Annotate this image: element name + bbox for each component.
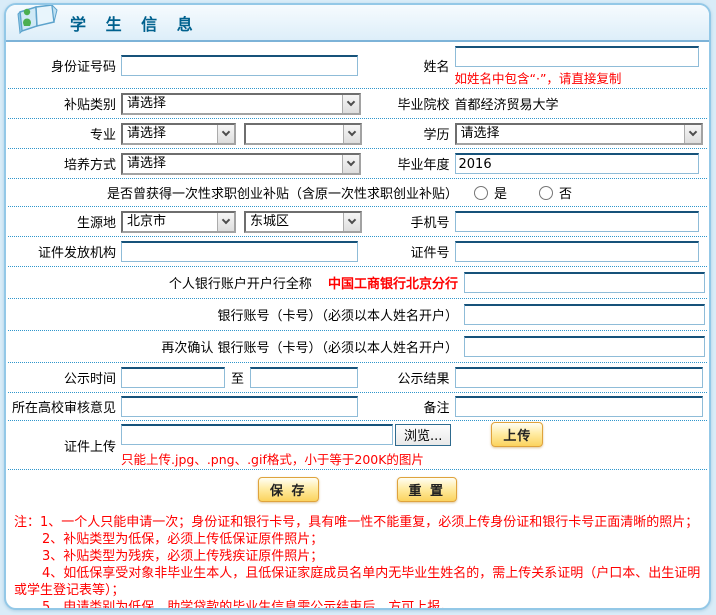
major-select-2[interactable]	[244, 123, 362, 145]
save-button[interactable]: 保 存	[258, 477, 319, 502]
degree-label: 学历	[358, 124, 455, 143]
publicity-end-input[interactable]	[250, 367, 358, 388]
subsidy-no-label: 否	[559, 183, 572, 202]
upload-button[interactable]: 上传	[491, 422, 543, 447]
publicity-to-label: 至	[231, 368, 244, 387]
cert-upload-label: 证件上传	[10, 436, 121, 455]
open-book-icon	[14, 3, 58, 40]
major-value-2	[246, 125, 343, 143]
subsidy-no-radio[interactable]	[539, 186, 553, 200]
school-review-label: 所在高校审核意见	[10, 397, 121, 416]
bank-account-input[interactable]	[464, 304, 705, 325]
browse-button[interactable]: 浏览...	[395, 424, 451, 446]
remark-label: 备注	[358, 397, 455, 416]
mobile-label: 手机号	[358, 212, 455, 231]
reset-button[interactable]: 重 置	[397, 477, 458, 502]
training-mode-label: 培养方式	[10, 154, 121, 173]
publicity-result-input[interactable]	[455, 367, 703, 388]
id-number-input[interactable]	[121, 55, 358, 76]
student-form: 身份证号码 姓名 如姓名中包含“·”，请直接复制 补贴类别 请选择	[6, 42, 709, 507]
origin-province-value: 北京市	[123, 213, 217, 231]
origin-district-value: 东城区	[246, 213, 343, 231]
training-mode-value: 请选择	[123, 155, 342, 173]
name-input[interactable]	[455, 46, 699, 67]
cert-number-label: 证件号	[358, 242, 455, 261]
publicity-time-label: 公示时间	[10, 368, 121, 387]
origin-province-select[interactable]: 北京市	[121, 211, 236, 233]
bank-account-confirm-label: 再次确认 银行账号（卡号）（必须以本人姓名开户）	[10, 337, 464, 356]
name-label: 姓名	[358, 56, 455, 75]
degree-select[interactable]: 请选择	[455, 123, 703, 145]
publicity-start-input[interactable]	[121, 367, 225, 388]
bank-branch-label: 个人银行账户开户行全称	[169, 277, 312, 292]
chevron-down-icon	[342, 95, 359, 113]
grad-year-input[interactable]	[455, 153, 699, 174]
bank-branch-input[interactable]	[464, 272, 705, 293]
mobile-input[interactable]	[455, 211, 699, 232]
origin-district-select[interactable]: 东城区	[244, 211, 362, 233]
row-one-time-subsidy: 是否曾获得一次性求职创业补贴（含原一次性求职创业补贴） 是 否	[8, 179, 707, 207]
row-id-name: 身份证号码 姓名 如姓名中包含“·”，请直接复制	[8, 42, 707, 89]
row-major-degree: 专业 请选择 学历 请选择	[8, 119, 707, 149]
major-label: 专业	[10, 124, 121, 143]
subsidy-yes-radio[interactable]	[474, 186, 488, 200]
row-review-remark: 所在高校审核意见 备注	[8, 393, 707, 421]
id-number-label: 身份证号码	[10, 56, 121, 75]
note-1: 注：1、一个人只能申请一次；身份证和银行卡号，具有唯一性不能重复，必须上传身份证…	[14, 514, 701, 531]
upload-filename-input[interactable]	[121, 424, 393, 445]
chevron-down-icon	[217, 125, 234, 143]
row-origin-mobile: 生源地 北京市 东城区 手机号	[8, 207, 707, 237]
footer-notes: 注：1、一个人只能申请一次；身份证和银行卡号，具有唯一性不能重复，必须上传身份证…	[6, 507, 709, 610]
upload-note: 只能上传.jpg、.png、.gif格式，小于等于200K的图片	[121, 449, 543, 468]
origin-label: 生源地	[10, 212, 121, 231]
row-upload: 证件上传 浏览... 上传 只能上传.jpg、.png、.gif格式，小于等于2…	[8, 421, 707, 470]
row-actions: 保 存 重 置	[8, 470, 707, 507]
cert-issuer-label: 证件发放机构	[10, 242, 121, 261]
subsidy-yes-label: 是	[494, 183, 507, 202]
note-5: 5、申请类别为低保、助学贷款的毕业生信息需公示结束后，方可上报。	[14, 599, 701, 610]
bank-account-label: 银行账号（卡号）（必须以本人姓名开户）	[10, 305, 464, 324]
subsidy-type-select[interactable]: 请选择	[121, 93, 361, 115]
training-mode-select[interactable]: 请选择	[121, 153, 361, 175]
school-review-input[interactable]	[121, 396, 358, 417]
bank-branch-hint: 中国工商银行北京分行	[328, 277, 458, 292]
row-bank-branch: 个人银行账户开户行全称 中国工商银行北京分行	[8, 267, 707, 299]
note-2: 2、补贴类型为低保，必须上传低保证原件照片；	[14, 531, 701, 548]
school-value: 首都经济贸易大学	[455, 94, 559, 113]
row-bank-account-confirm: 再次确认 银行账号（卡号）（必须以本人姓名开户）	[8, 331, 707, 363]
subsidy-type-label: 补贴类别	[10, 94, 121, 113]
page-title: 学 生 信 息	[70, 11, 200, 35]
subsidy-type-value: 请选择	[123, 95, 342, 113]
school-label: 毕业院校	[358, 94, 455, 113]
major-value-1: 请选择	[123, 125, 217, 143]
chevron-down-icon	[342, 155, 359, 173]
note-3: 3、补贴类型为残疾，必须上传残疾证原件照片；	[14, 548, 701, 565]
row-subsidy-school: 补贴类别 请选择 毕业院校 首都经济贸易大学	[8, 89, 707, 119]
chevron-down-icon	[217, 213, 234, 231]
row-cert: 证件发放机构 证件号	[8, 237, 707, 267]
student-info-panel: 学 生 信 息 身份证号码 姓名 如姓名中包含“·”，请直接复制 补贴类别 请选	[4, 3, 711, 610]
cert-issuer-input[interactable]	[121, 241, 358, 262]
degree-value: 请选择	[457, 125, 684, 143]
note-4: 4、如低保享受对象非毕业生本人，且低保证家庭成员名单内无毕业生姓名的，需上传关系…	[14, 565, 701, 599]
name-note: 如姓名中包含“·”，请直接复制	[455, 68, 622, 87]
remark-input[interactable]	[455, 396, 703, 417]
bank-account-confirm-input[interactable]	[464, 336, 705, 357]
cert-number-input[interactable]	[455, 241, 699, 262]
chevron-down-icon	[684, 125, 701, 143]
row-bank-account: 银行账号（卡号）（必须以本人姓名开户）	[8, 299, 707, 331]
row-publicity: 公示时间 至 公示结果	[8, 363, 707, 393]
grad-year-label: 毕业年度	[358, 154, 455, 173]
page-header: 学 生 信 息	[6, 5, 709, 42]
publicity-result-label: 公示结果	[358, 368, 455, 387]
row-training-year: 培养方式 请选择 毕业年度	[8, 149, 707, 179]
major-select-1[interactable]: 请选择	[121, 123, 236, 145]
one-time-subsidy-label: 是否曾获得一次性求职创业补贴（含原一次性求职创业补贴）	[10, 183, 464, 202]
